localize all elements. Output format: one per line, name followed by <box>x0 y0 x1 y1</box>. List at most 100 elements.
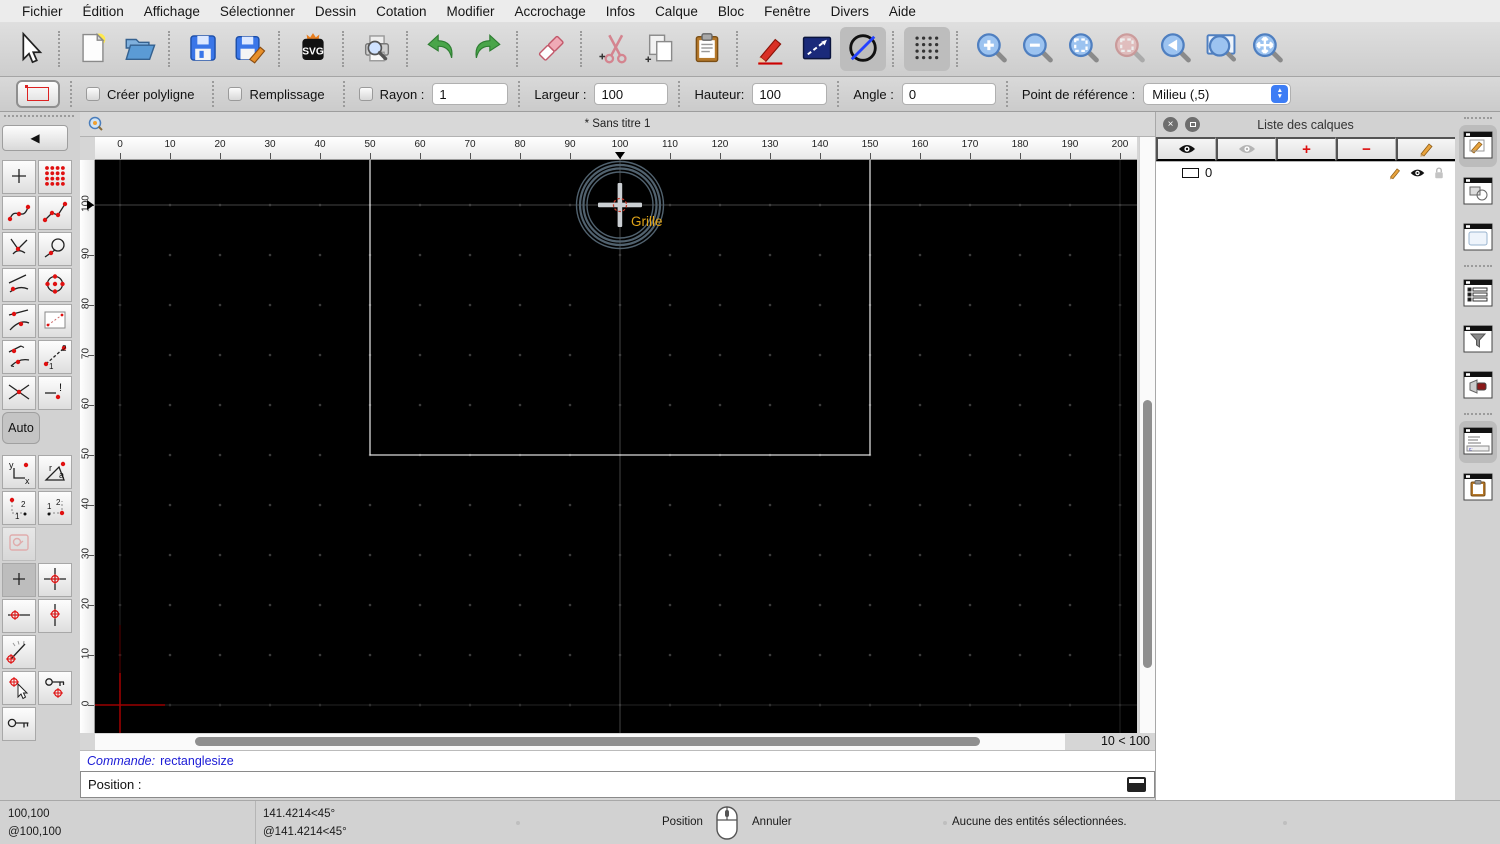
pencil-icon[interactable] <box>1388 166 1402 180</box>
tool-key-target-button[interactable] <box>38 671 72 705</box>
zoom-auto-button[interactable] <box>1060 27 1106 71</box>
add-layer-button[interactable]: + <box>1276 137 1336 161</box>
fill-checkbox[interactable] <box>228 87 243 101</box>
layer-row-0[interactable]: 0 <box>1156 162 1455 183</box>
menu-item-fenetre[interactable]: Fenêtre <box>754 4 821 19</box>
menu-item-dessin[interactable]: Dessin <box>305 4 366 19</box>
menu-item-selectionner[interactable]: Sélectionner <box>210 4 305 19</box>
menu-item-calque[interactable]: Calque <box>645 4 708 19</box>
create-polyline-checkbox[interactable] <box>86 87 100 101</box>
circle-line-toggle-button[interactable] <box>840 27 886 71</box>
draw-pen-button[interactable] <box>748 27 794 71</box>
menu-item-modifier[interactable]: Modifier <box>436 4 504 19</box>
tool-circle-center-button[interactable] <box>38 268 72 302</box>
zoom-window-button[interactable] <box>1198 27 1244 71</box>
tool-intersection-button[interactable] <box>2 376 36 410</box>
panel-toggle-command[interactable]: c: <box>1458 421 1497 463</box>
tool-tangent-point-button[interactable] <box>2 232 36 266</box>
save-as-button[interactable] <box>226 27 272 71</box>
horizontal-scrollbar[interactable] <box>95 734 1137 750</box>
lock-icon[interactable] <box>1433 166 1445 180</box>
tool-point-plus-button[interactable] <box>2 160 36 194</box>
remove-layer-button[interactable]: − <box>1336 137 1396 161</box>
tool-rect-red-button[interactable] <box>2 527 36 561</box>
menu-item-divers[interactable]: Divers <box>821 4 879 19</box>
zoom-pan-button[interactable] <box>1244 27 1290 71</box>
tool-target-vertical-button[interactable] <box>38 599 72 633</box>
keyboard-panel-icon[interactable] <box>1127 777 1146 792</box>
tool-circle-tangent-button[interactable] <box>38 232 72 266</box>
vertical-scroll-thumb[interactable] <box>1143 400 1152 668</box>
menu-item-bloc[interactable]: Bloc <box>708 4 754 19</box>
tool-cursor-target-button[interactable] <box>2 671 36 705</box>
width-input[interactable] <box>594 83 669 105</box>
delete-entity-button[interactable] <box>528 27 574 71</box>
rectangle-tool-button[interactable] <box>16 80 60 108</box>
tool-coords-xy-button[interactable]: yx <box>2 455 36 489</box>
open-file-button[interactable] <box>116 27 162 71</box>
command-input-line[interactable]: Position : <box>80 771 1155 798</box>
drawing-canvas[interactable]: Grille <box>95 160 1137 733</box>
polyline-tool-button[interactable] <box>794 27 840 71</box>
menu-item-infos[interactable]: Infos <box>596 4 645 19</box>
tool-arc-point-button[interactable] <box>2 268 36 302</box>
horizontal-scroll-thumb[interactable] <box>195 737 980 746</box>
tool-tangent-two-button[interactable] <box>2 340 36 374</box>
tool-line-manual-button[interactable]: ! <box>38 376 72 410</box>
menu-item-accrochage[interactable]: Accrochage <box>504 4 595 19</box>
tool-rect-diagonal-button[interactable] <box>38 304 72 338</box>
reference-point-select[interactable]: Milieu (,5) ▲ ▼ <box>1143 83 1292 105</box>
cut-button[interactable] <box>592 27 638 71</box>
tool-key-button[interactable] <box>2 707 36 741</box>
strip-handle[interactable] <box>1463 117 1492 119</box>
auto-snap-button[interactable]: Auto <box>2 412 40 444</box>
vertical-scrollbar[interactable] <box>1139 137 1155 733</box>
edit-layer-button[interactable] <box>1396 137 1455 161</box>
panel-toggle-entities[interactable] <box>1459 273 1497 315</box>
tool-corner-12-button[interactable]: 12 <box>2 491 36 525</box>
panel-toggle-hatch[interactable] <box>1459 365 1497 407</box>
cursor-button[interactable] <box>6 27 52 71</box>
tool-points-grid-button[interactable] <box>38 160 72 194</box>
zoom-previous-button[interactable] <box>1152 27 1198 71</box>
tool-corner-21-button[interactable]: 12 <box>38 491 72 525</box>
dock-handle[interactable] <box>4 115 74 123</box>
tool-crosshair-target-button[interactable] <box>38 563 72 597</box>
zoom-out-button[interactable] <box>1014 27 1060 71</box>
grid-toggle-button[interactable] <box>904 27 950 71</box>
hide-all-layers-button[interactable] <box>1216 137 1276 161</box>
panel-toggle-filter[interactable] <box>1459 319 1497 361</box>
panel-toggle-clipboard[interactable] <box>1459 467 1497 509</box>
height-input[interactable] <box>752 83 828 105</box>
panel-toggle-blocks[interactable] <box>1459 171 1497 213</box>
tool-polar-ra-button[interactable]: ra <box>38 455 72 489</box>
tool-target-horizontal-button[interactable] <box>2 599 36 633</box>
undo-button[interactable] <box>418 27 464 71</box>
copy-button[interactable] <box>638 27 684 71</box>
paste-button[interactable] <box>684 27 730 71</box>
save-button[interactable] <box>180 27 226 71</box>
tool-tangent-line-button[interactable] <box>2 304 36 338</box>
tool-polyline-points-button[interactable] <box>38 196 72 230</box>
print-preview-button[interactable] <box>354 27 400 71</box>
menu-item-fichier[interactable]: Fichier <box>12 4 73 19</box>
radius-input[interactable] <box>432 83 509 105</box>
svg-export-button[interactable]: SVG <box>290 27 336 71</box>
detach-icon[interactable] <box>1185 117 1200 132</box>
tool-line-seq-button[interactable]: 12 <box>38 340 72 374</box>
show-all-layers-button[interactable] <box>1156 137 1216 161</box>
panel-toggle-layers[interactable] <box>1458 125 1497 167</box>
tool-plus-button[interactable] <box>2 563 36 597</box>
panel-toggle-library[interactable] <box>1459 217 1497 259</box>
dock-back-button[interactable]: ◀ <box>2 125 68 151</box>
zoom-in-button[interactable] <box>968 27 1014 71</box>
new-document-button[interactable] <box>70 27 116 71</box>
menu-item-cotation[interactable]: Cotation <box>366 4 436 19</box>
radius-checkbox[interactable] <box>358 87 373 101</box>
angle-input[interactable] <box>901 83 996 105</box>
eye-icon[interactable] <box>1409 167 1426 179</box>
close-icon[interactable]: × <box>1163 117 1178 132</box>
zoom-selection-button[interactable] <box>1106 27 1152 71</box>
fill-option[interactable]: Remplissage <box>228 87 332 102</box>
create-polyline-option[interactable]: Créer polyligne <box>86 87 202 102</box>
